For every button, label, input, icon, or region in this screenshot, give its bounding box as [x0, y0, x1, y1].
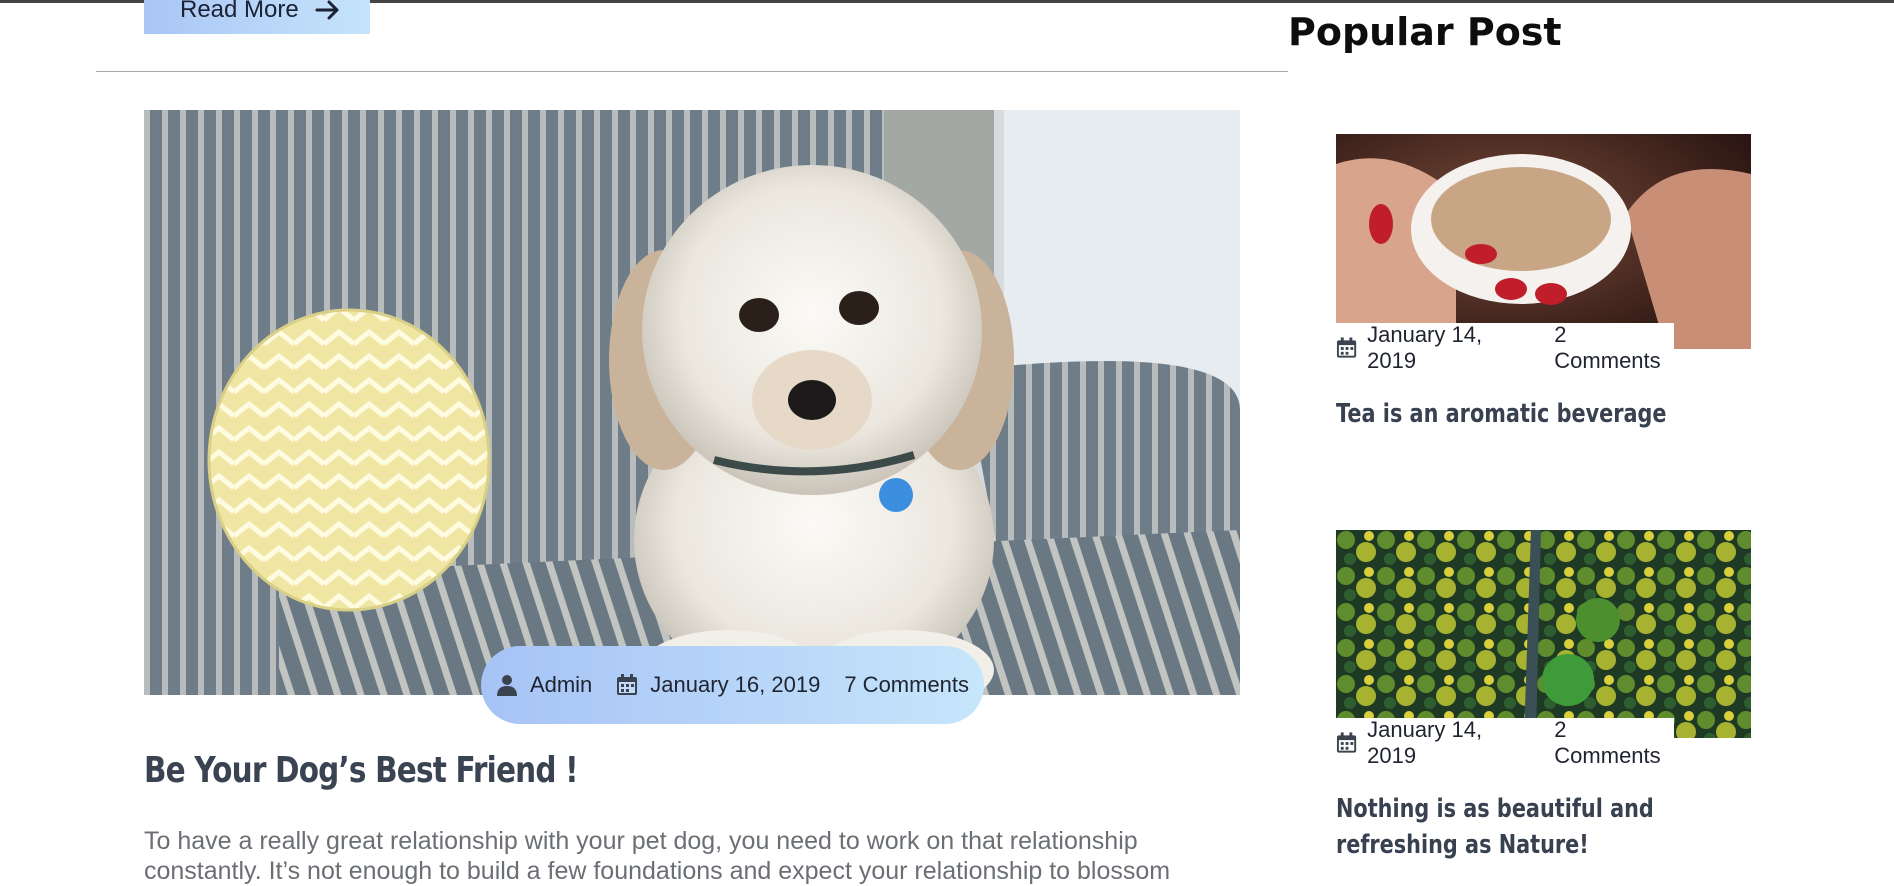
- calendar-icon: [1336, 732, 1357, 753]
- sidebar-title: Popular Post: [1288, 10, 1562, 54]
- popular-post-title[interactable]: Tea is an aromatic beverage: [1336, 396, 1688, 432]
- user-icon: [496, 675, 517, 696]
- post-divider: [96, 71, 1288, 72]
- popular-post-date[interactable]: January 14, 2019: [1367, 322, 1530, 374]
- popular-post-title-text: Nothing is as beautiful and refreshing a…: [1336, 794, 1654, 860]
- post-featured-image[interactable]: [144, 110, 1240, 695]
- popular-post-date[interactable]: January 14, 2019: [1367, 717, 1530, 769]
- arrow-right-icon: [315, 0, 339, 20]
- calendar-icon: [1336, 337, 1357, 358]
- post-title[interactable]: Be Your Dog’s Best Friend !: [144, 750, 579, 791]
- post-comments-label: 7 Comments: [844, 672, 970, 697]
- read-more-label: Read More: [180, 0, 299, 23]
- post-comments[interactable]: 7 Comments: [844, 672, 969, 698]
- post-excerpt: To have a really great relationship with…: [144, 827, 1171, 885]
- popular-post-title[interactable]: Nothing is as beautiful and refreshing a…: [1336, 791, 1688, 863]
- post-date-label: January 16, 2019: [650, 672, 821, 697]
- popular-post-meta: January 14, 2019 2 Comments: [1336, 322, 1674, 374]
- post-author[interactable]: Admin: [496, 672, 592, 698]
- popular-post-meta: January 14, 2019 2 Comments: [1336, 717, 1674, 769]
- read-more-button[interactable]: Read More: [144, 0, 370, 34]
- post-meta-bar: Admin January 16, 2019 7 Comments: [481, 646, 984, 724]
- popular-post-thumbnail-nature[interactable]: [1336, 530, 1751, 738]
- post-author-name: Admin: [529, 672, 593, 697]
- popular-post-comments[interactable]: 2 Comments: [1554, 322, 1674, 374]
- popular-post-title-text: Tea is an aromatic beverage: [1336, 399, 1667, 429]
- post-date[interactable]: January 16, 2019: [616, 672, 820, 698]
- popular-post-thumbnail-tea[interactable]: [1336, 134, 1751, 349]
- popular-post-comments[interactable]: 2 Comments: [1554, 717, 1674, 769]
- calendar-icon: [617, 674, 638, 695]
